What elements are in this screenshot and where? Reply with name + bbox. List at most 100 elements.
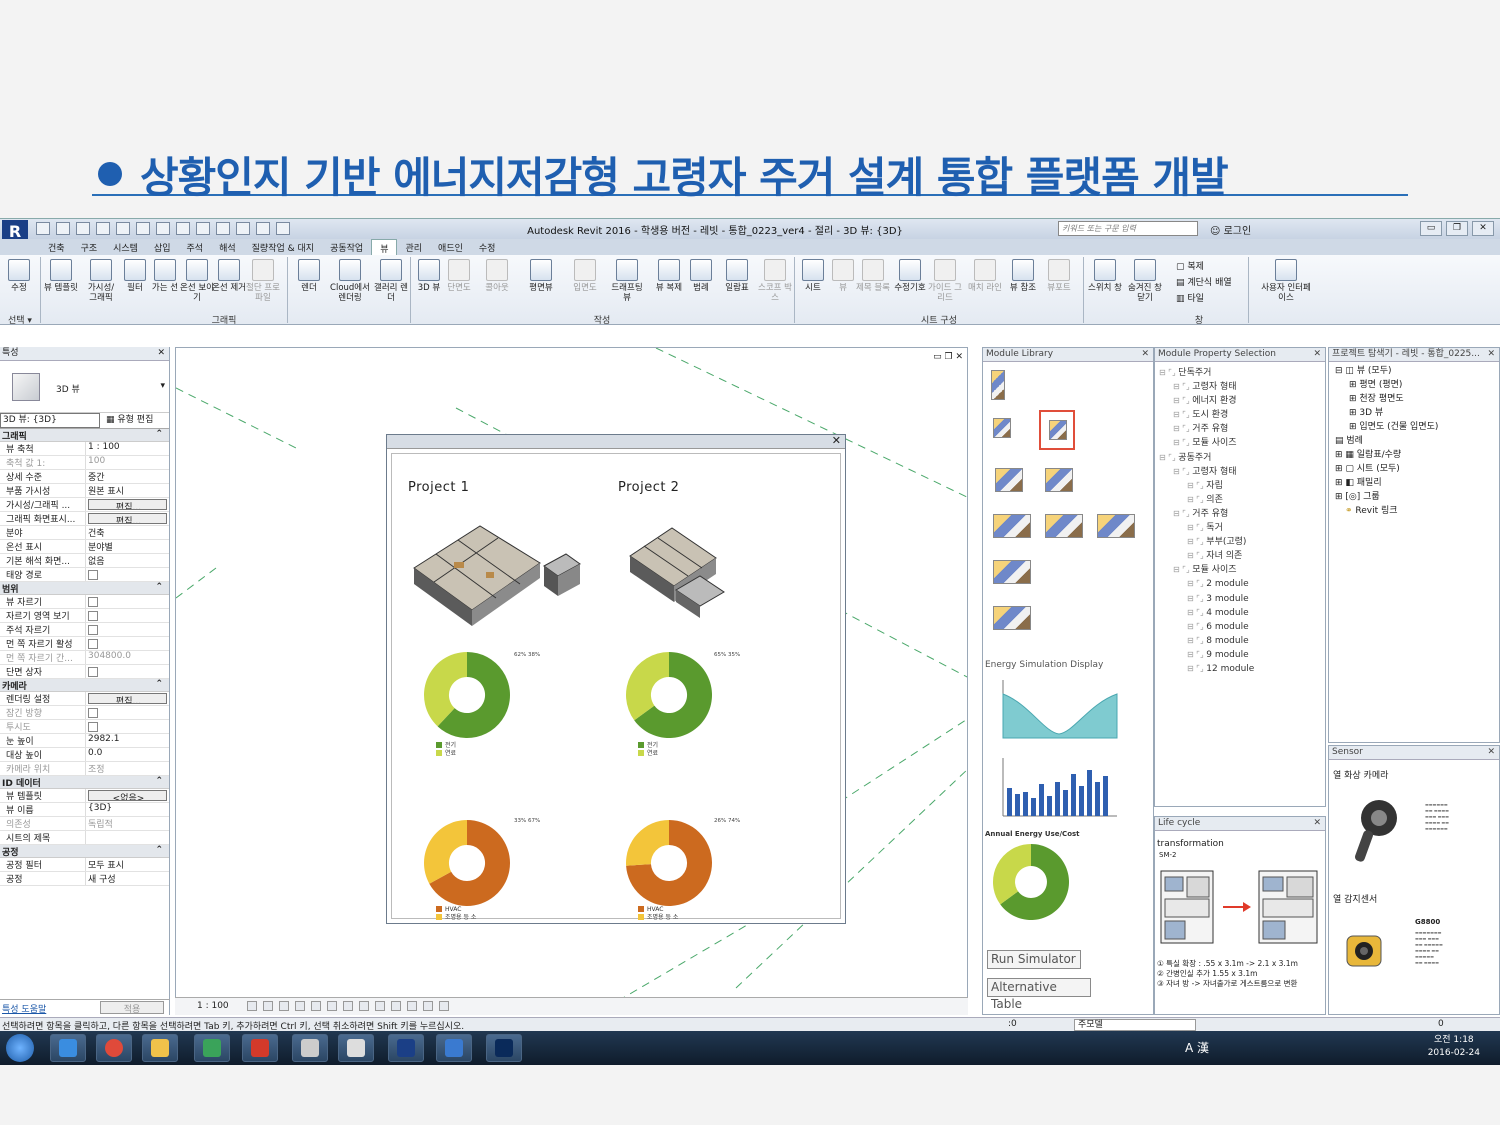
- show-hidden-lines-button[interactable]: 온선 보이기: [180, 259, 214, 303]
- module-thumbnail-selected[interactable]: [1039, 410, 1075, 450]
- property-value[interactable]: 0.0: [86, 748, 169, 761]
- analysis-icon[interactable]: [423, 1001, 433, 1011]
- matchline-button[interactable]: 매치 라인: [968, 259, 1002, 293]
- 3d-viewport[interactable]: ✕ Project 1 Project 2 62% 38% 65% 35% 33…: [175, 347, 968, 1015]
- constraints-icon[interactable]: [439, 1001, 449, 1011]
- tile-button[interactable]: ▥ 타일: [1176, 291, 1232, 307]
- tree-node[interactable]: 모듈 사이즈: [1159, 563, 1254, 577]
- tree-node[interactable]: 12 module: [1159, 662, 1254, 676]
- module-thumbnail[interactable]: [993, 606, 1031, 630]
- detail-level-icon[interactable]: [247, 1001, 257, 1011]
- property-group-header[interactable]: 범위: [0, 582, 169, 595]
- tree-node[interactable]: 자립: [1159, 479, 1254, 493]
- replicate-button[interactable]: ▢ 복제: [1176, 259, 1232, 275]
- close-hidden-icon[interactable]: [256, 222, 270, 235]
- tree-node[interactable]: ⊞ ▦ 일람표/수량: [1335, 448, 1438, 462]
- sync-icon[interactable]: [76, 222, 90, 235]
- tool-icon[interactable]: [292, 1034, 328, 1062]
- tab-systems[interactable]: 시스템: [105, 239, 146, 255]
- tree-node[interactable]: 거주 유형: [1159, 507, 1254, 521]
- tree-node[interactable]: 모듈 사이즈: [1159, 436, 1254, 450]
- shadows-icon[interactable]: [295, 1001, 305, 1011]
- tab-view[interactable]: 뷰: [371, 239, 398, 255]
- sheet-button[interactable]: 시트: [796, 259, 830, 293]
- thin-lines-button[interactable]: 가는 선: [148, 259, 182, 293]
- tree-node[interactable]: ⊞ ▢ 시트 (모두): [1335, 462, 1438, 476]
- tree-node[interactable]: 8 module: [1159, 634, 1254, 648]
- save-icon[interactable]: [56, 222, 70, 235]
- tree-node[interactable]: 2 module: [1159, 577, 1254, 591]
- property-value[interactable]: 모두 표시: [86, 858, 169, 871]
- close-icon[interactable]: ✕: [1141, 348, 1149, 361]
- close-icon[interactable]: ✕: [1487, 348, 1495, 361]
- edit-type-button[interactable]: ▦ 유형 편집: [100, 413, 153, 428]
- tree-node[interactable]: 단독주거: [1159, 366, 1254, 380]
- search-input[interactable]: 키워드 또는 구문 입력: [1058, 221, 1198, 236]
- render-icon[interactable]: [311, 1001, 321, 1011]
- tree-node[interactable]: 에너지 환경: [1159, 394, 1254, 408]
- tab-annotate[interactable]: 주석: [179, 239, 212, 255]
- apply-button[interactable]: 적용: [100, 1001, 164, 1015]
- property-checkbox[interactable]: [86, 609, 169, 622]
- property-edit-button[interactable]: 편집...: [88, 693, 167, 704]
- app-icon[interactable]: [242, 1034, 278, 1062]
- thin-lines-icon[interactable]: [236, 222, 250, 235]
- close-icon[interactable]: ✕: [157, 347, 165, 360]
- close-icon[interactable]: ✕: [1313, 817, 1321, 830]
- section-button[interactable]: 단면도: [442, 259, 476, 293]
- view-scale[interactable]: 1 : 100: [197, 1001, 229, 1011]
- view-reference-button[interactable]: 뷰 참조: [1006, 259, 1040, 293]
- property-edit-button[interactable]: <없음>: [88, 790, 167, 801]
- module-thumbnail[interactable]: [1045, 514, 1083, 538]
- tree-node[interactable]: ⊞ 입면도 (건물 입면도): [1335, 420, 1438, 434]
- tree-node[interactable]: 공동주거: [1159, 451, 1254, 465]
- tab-insert[interactable]: 삽입: [146, 239, 179, 255]
- photoshop-icon[interactable]: [486, 1034, 522, 1062]
- restore-button[interactable]: ❐: [1446, 221, 1468, 236]
- run-simulator-button[interactable]: Run Simulator: [987, 950, 1081, 969]
- project-browser-tree[interactable]: ⊟ ◫ 뷰 (모두) ⊞ 평면 (평면) ⊞ 천장 평면도 ⊞ 3D 뷰 ⊞ 입…: [1335, 364, 1438, 518]
- tree-node[interactable]: 고령자 형태: [1159, 380, 1254, 394]
- property-value[interactable]: 원본 표시: [86, 484, 169, 497]
- revit-taskbar-icon[interactable]: [388, 1034, 424, 1062]
- measure-icon[interactable]: [136, 222, 150, 235]
- render-gallery-button[interactable]: 갤러리 렌더: [374, 259, 408, 303]
- module-property-tree[interactable]: 단독주거 고령자 형태 에너지 환경 도시 환경 거주 유형 모듈 사이즈 공동…: [1159, 366, 1254, 676]
- show-crop-icon[interactable]: [343, 1001, 353, 1011]
- type-selector[interactable]: 3D 뷰 ▾: [0, 361, 169, 413]
- tree-node[interactable]: ▤ 범례: [1335, 434, 1438, 448]
- text-icon[interactable]: [176, 222, 190, 235]
- property-group-header[interactable]: ID 데이터: [0, 776, 169, 789]
- tree-node[interactable]: ⊞ ◧ 패밀리: [1335, 476, 1438, 490]
- undo-icon[interactable]: [96, 222, 110, 235]
- property-value[interactable]: {3D}: [86, 803, 169, 816]
- tree-node[interactable]: ⊟ ◫ 뷰 (모두): [1335, 364, 1438, 378]
- module-thumbnail[interactable]: [993, 418, 1011, 438]
- tree-node[interactable]: 6 module: [1159, 620, 1254, 634]
- login-button[interactable]: ☺ 로그인: [1210, 222, 1251, 237]
- view-templates-button[interactable]: 뷰 템플릿: [44, 259, 78, 293]
- explorer-icon[interactable]: [142, 1034, 178, 1062]
- user-interface-button[interactable]: 사용자 인터페이스: [1260, 259, 1312, 303]
- tab-architecture[interactable]: 건축: [40, 239, 73, 255]
- temp-view-icon[interactable]: [407, 1001, 417, 1011]
- module-thumbnail[interactable]: [993, 560, 1031, 584]
- property-value[interactable]: 새 구성: [86, 872, 169, 885]
- viewports-button[interactable]: 뷰포트: [1042, 259, 1076, 293]
- open-icon[interactable]: [36, 222, 50, 235]
- chrome-icon[interactable]: [96, 1034, 132, 1062]
- tree-node[interactable]: ⊞ 천장 평면도: [1335, 392, 1438, 406]
- property-value[interactable]: [86, 831, 169, 844]
- cascade-button[interactable]: ▤ 계단식 배열: [1176, 275, 1232, 291]
- property-value[interactable]: 분야별: [86, 540, 169, 553]
- drafting-view-button[interactable]: 드래프팅 뷰: [610, 259, 644, 303]
- legends-button[interactable]: 범례: [684, 259, 718, 293]
- module-thumbnail[interactable]: [991, 370, 1005, 400]
- property-checkbox[interactable]: [86, 665, 169, 678]
- property-checkbox[interactable]: [86, 595, 169, 608]
- tab-structure[interactable]: 구조: [73, 239, 106, 255]
- property-checkbox[interactable]: [86, 623, 169, 636]
- ie-icon[interactable]: [50, 1034, 86, 1062]
- close-hidden-windows-button[interactable]: 숨겨진 창 닫기: [1128, 259, 1162, 303]
- cut-profile-button[interactable]: 절단 프로파일: [246, 259, 280, 303]
